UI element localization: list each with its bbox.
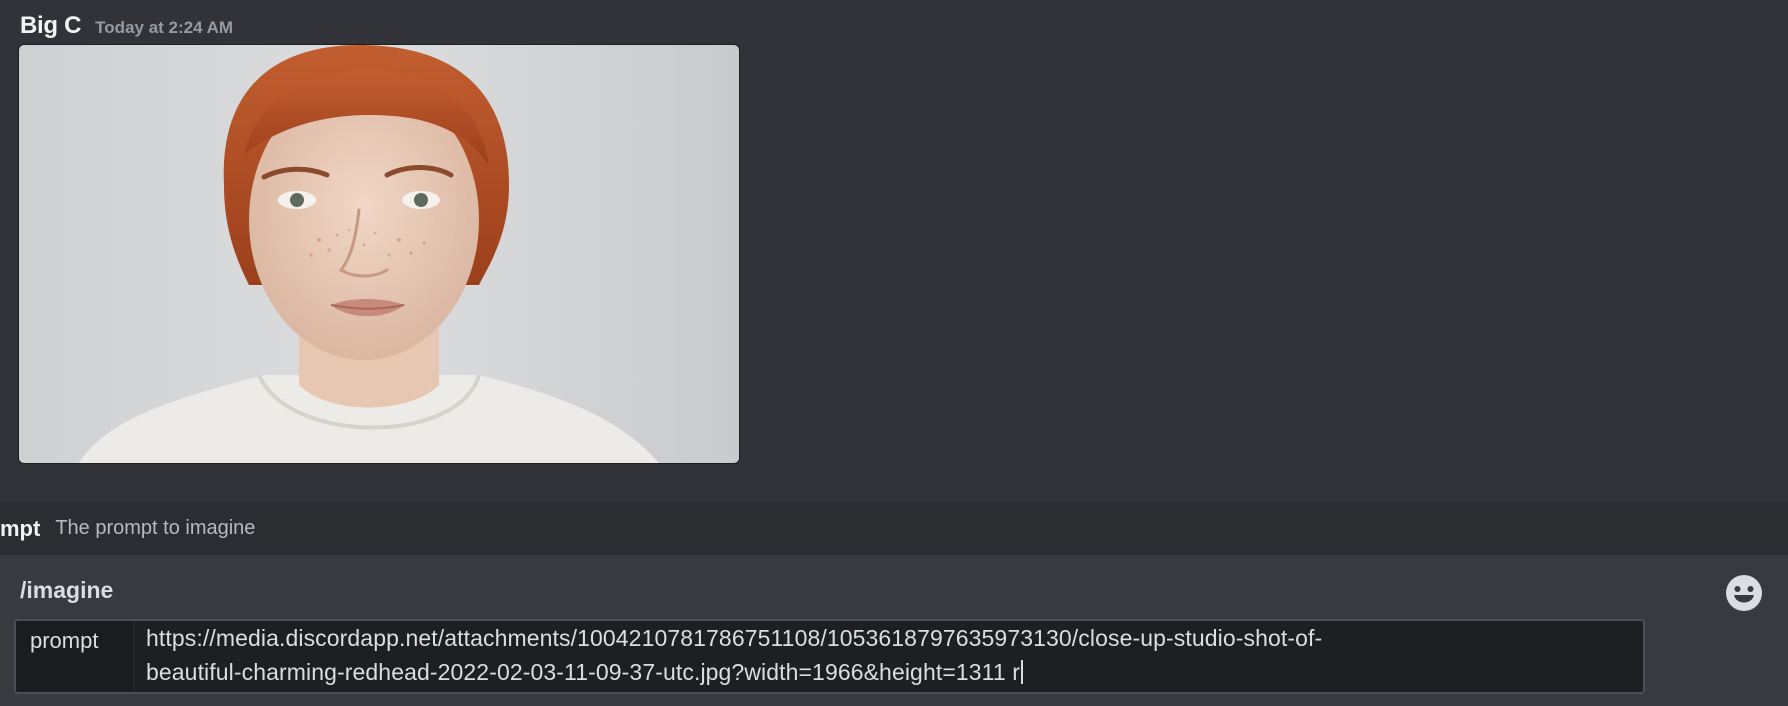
prompt-value-line-2-text: beautiful-charming-redhead-2022-02-03-11… [146, 659, 1020, 685]
portrait-photo [19, 45, 739, 463]
prompt-input[interactable]: https://media.discordapp.net/attachments… [134, 621, 1643, 692]
slash-command-name[interactable]: /imagine [20, 577, 113, 604]
smiley-face-icon[interactable] [1724, 573, 1764, 613]
prompt-value-line-2: beautiful-charming-redhead-2022-02-03-11… [146, 655, 1643, 689]
image-attachment[interactable] [18, 44, 740, 464]
prompt-value-line-1: https://media.discordapp.net/attachments… [146, 625, 1323, 651]
message-timestamp: Today at 2:24 AM [95, 18, 234, 37]
hint-option-description: The prompt to imagine [55, 517, 256, 539]
prompt-option-field[interactable]: prompt https://media.discordapp.net/atta… [14, 619, 1645, 694]
message-author[interactable]: Big C [20, 12, 81, 40]
option-hint-bar: mpt The prompt to imagine [0, 502, 1788, 555]
chat-view: Big C Today at 2:24 AM mpt The prompt to… [0, 0, 1788, 706]
command-input-area: /imagine prompt https://media.discordapp… [0, 555, 1788, 706]
hint-option-name: mpt [0, 515, 41, 541]
message-header: Big C Today at 2:24 AM [20, 12, 233, 40]
text-caret [1020, 660, 1023, 684]
prompt-option-label: prompt [16, 621, 134, 692]
